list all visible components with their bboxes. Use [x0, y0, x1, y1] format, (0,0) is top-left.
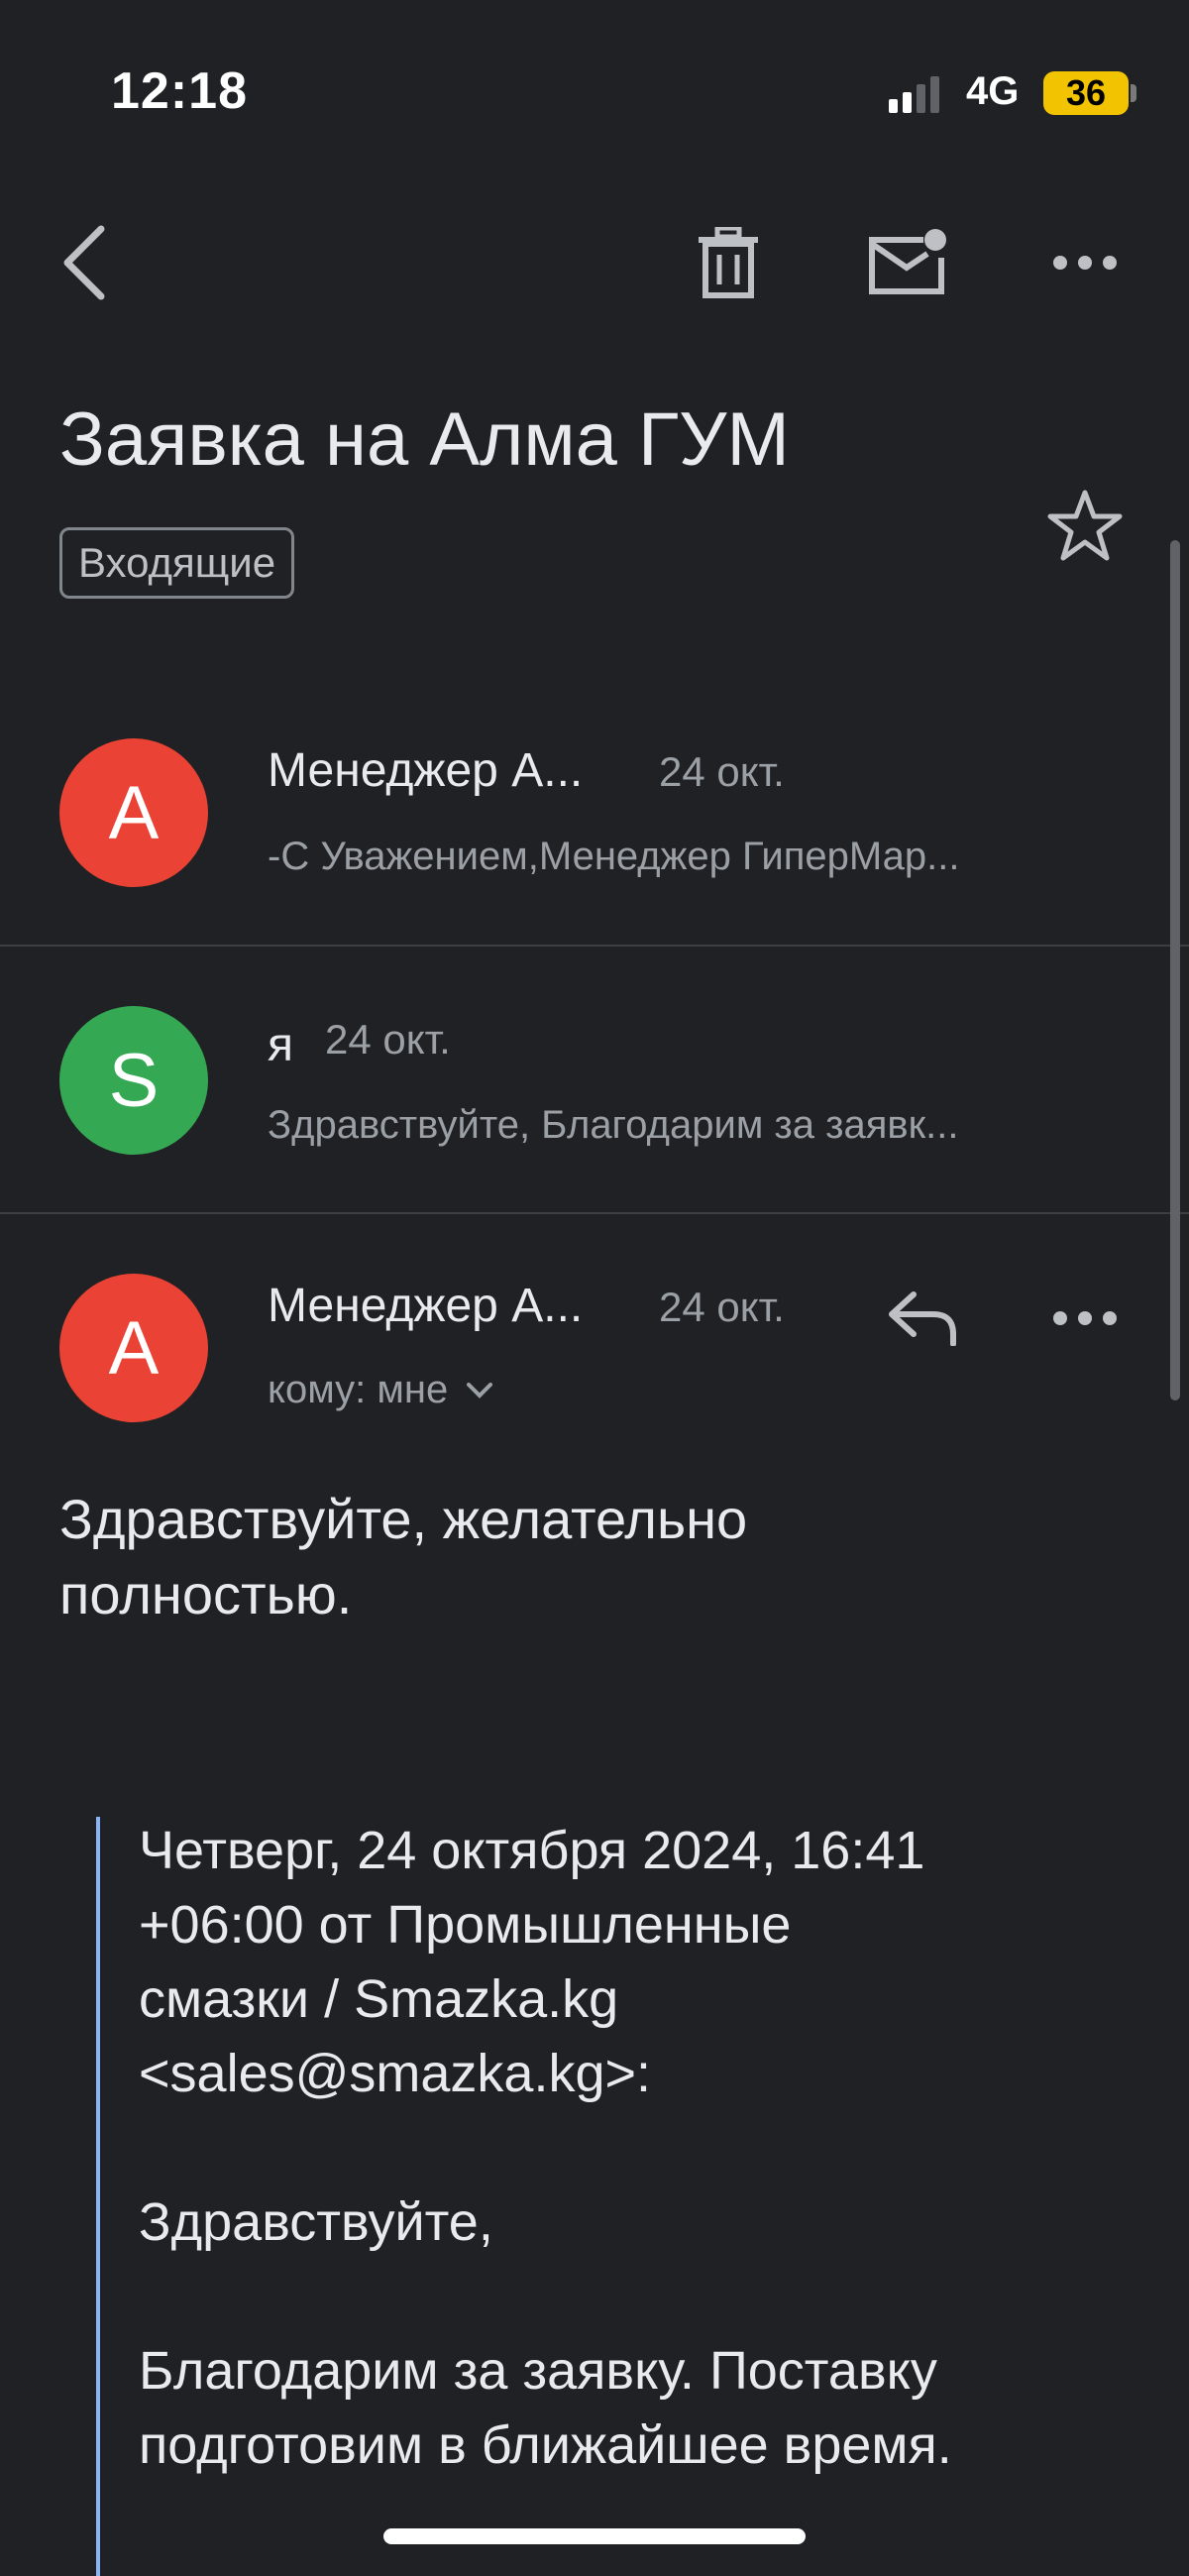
- body-line: полностью.: [59, 1563, 353, 1625]
- back-arrow-icon: [63, 225, 105, 300]
- trash-icon: [699, 227, 758, 298]
- signal-strength-icon: [889, 76, 939, 113]
- more-options-button[interactable]: [1040, 228, 1130, 297]
- more-horizontal-icon: [1053, 256, 1117, 270]
- back-button[interactable]: [40, 203, 129, 322]
- avatar: A: [59, 738, 208, 887]
- mark-unread-icon: [869, 229, 946, 294]
- status-time: 12:18: [111, 62, 248, 120]
- quote-bar: [96, 1817, 100, 2576]
- sender-name: Менеджер А...: [268, 1280, 584, 1332]
- home-indicator[interactable]: [383, 2528, 806, 2544]
- star-icon: [1047, 490, 1123, 561]
- sender-name: Менеджер А...: [268, 744, 584, 797]
- more-horizontal-icon: [1053, 1311, 1117, 1325]
- network-type: 4G: [966, 69, 1020, 113]
- battery-cap: [1131, 84, 1136, 102]
- message-more-button[interactable]: [1040, 1284, 1130, 1353]
- avatar: A: [59, 1274, 208, 1422]
- quote-text: Благодарим за заявку. Поставку подготови…: [139, 2341, 952, 2475]
- message-snippet: -С Уважением,Менеджер ГиперМар...: [268, 835, 960, 878]
- recipient-text: кому: мне: [268, 1368, 449, 1411]
- quote-header: Четверг, 24 октября 2024, 16:41 +06:00 о…: [139, 1821, 925, 2103]
- scrollbar[interactable]: [1170, 540, 1180, 1400]
- reply-icon: [889, 1291, 956, 1346]
- reply-button[interactable]: [872, 1279, 971, 1358]
- battery-level: 36: [1043, 71, 1129, 115]
- email-subject: Заявка на Алма ГУМ: [59, 397, 790, 482]
- quoted-message: Четверг, 24 октября 2024, 16:41 +06:00 о…: [139, 1814, 1130, 2557]
- thread-message-row[interactable]: A Менеджер А... 24 окт. -С Уважением,Мен…: [0, 709, 1189, 947]
- quote-greeting: Здравствуйте,: [139, 2192, 493, 2252]
- message-date: 24 окт.: [659, 748, 785, 795]
- message-body: Здравствуйте, желательно полностью.: [59, 1482, 1110, 1632]
- chevron-down-icon: [467, 1382, 493, 1399]
- avatar: S: [59, 1006, 208, 1155]
- thread-message-row[interactable]: S я 24 окт. Здравствуйте, Благодарим за …: [0, 947, 1189, 1212]
- recipient-details-toggle[interactable]: кому: мне: [268, 1368, 493, 1412]
- message-date: 24 окт.: [325, 1016, 451, 1063]
- sender-name: я: [268, 1019, 293, 1071]
- body-line: Здравствуйте, желательно: [59, 1488, 748, 1550]
- star-button[interactable]: [1040, 481, 1130, 570]
- delete-button[interactable]: [684, 218, 773, 307]
- message-snippet: Здравствуйте, Благодарим за заявк...: [268, 1103, 959, 1147]
- divider: [0, 1212, 1189, 1214]
- mark-unread-button[interactable]: [857, 218, 956, 307]
- label-chip-inbox[interactable]: Входящие: [59, 527, 295, 599]
- message-date: 24 окт.: [659, 1284, 785, 1330]
